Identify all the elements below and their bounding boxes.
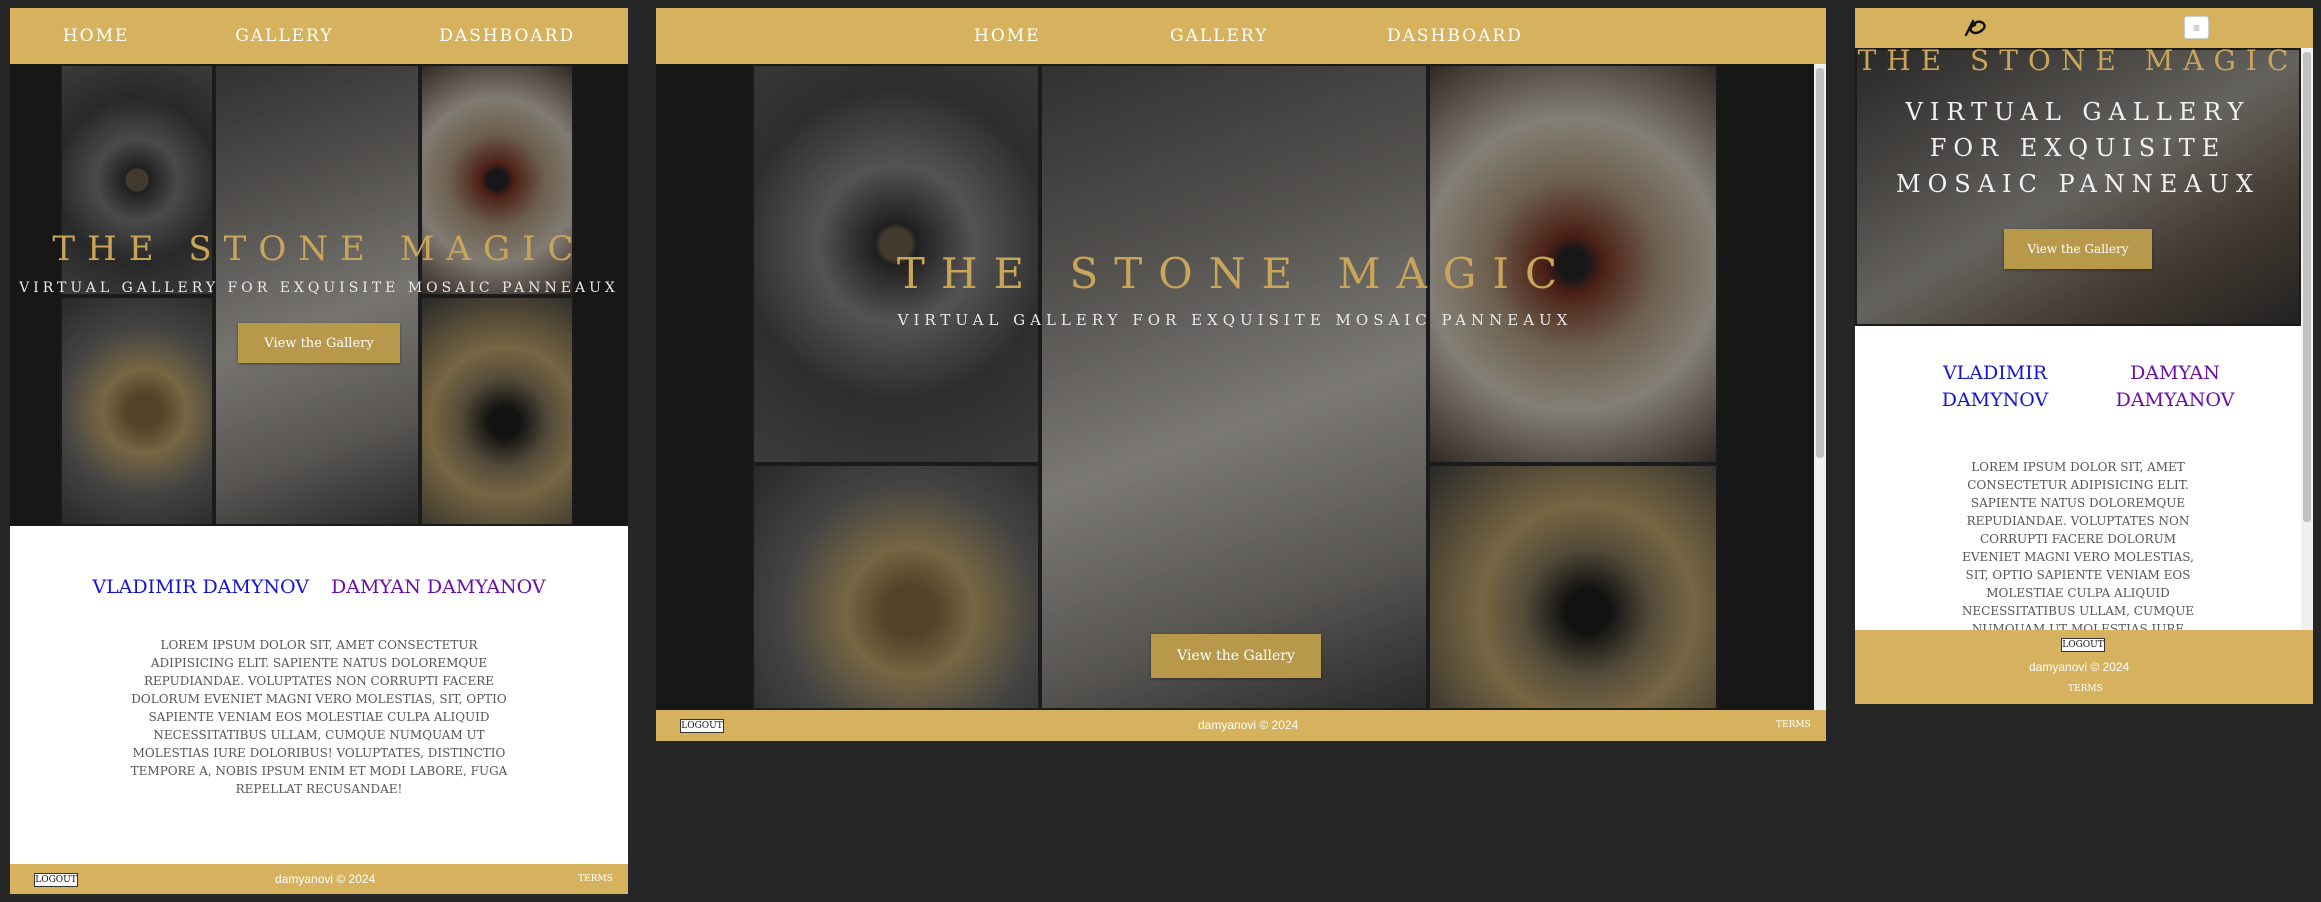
logout-button[interactable]: Logout	[680, 719, 724, 733]
artist-name-damyan[interactable]: Damyan Damyanov	[2105, 360, 2245, 414]
nav-dashboard-link[interactable]: Dashboard	[439, 26, 575, 46]
hamburger-menu-icon[interactable]: ≡	[2184, 16, 2209, 39]
intro-paragraph: Lorem ipsum dolor sit, amet consectetur …	[1961, 460, 2195, 636]
intro-paragraph: Lorem ipsum dolor sit, amet consectetur …	[130, 638, 508, 796]
intro-paragraph-clip: Lorem ipsum dolor sit, amet consectetur …	[1955, 458, 2201, 636]
main-nav: Home Gallery Dashboard	[10, 8, 628, 64]
scrollbar[interactable]	[1814, 64, 1826, 710]
hero-overlay	[656, 64, 1814, 710]
viewport-medium: Home Gallery Dashboard The Stone Magic V…	[10, 8, 628, 894]
artist-name-vladimir[interactable]: Vladimir Damynov	[1925, 360, 2065, 414]
footer: Logout damyanovi © 2024 Terms	[656, 710, 1826, 741]
hero-subtitle: Virtual gallery for exquisite mosaic pan…	[19, 280, 619, 296]
nav-home-link[interactable]: Home	[974, 26, 1041, 46]
nav-gallery-link[interactable]: Gallery	[1170, 26, 1268, 46]
copyright-text: damyanovi © 2024	[275, 872, 376, 886]
scroll-thumb[interactable]	[2303, 52, 2311, 522]
scrollbar[interactable]	[2301, 48, 2313, 636]
hero-subtitle: Virtual gallery for exquisite mosaic pan…	[1896, 98, 2260, 198]
nav-dashboard-link[interactable]: Dashboard	[1387, 26, 1523, 46]
mobile-nav: ≡	[1855, 8, 2313, 48]
view-gallery-button[interactable]: View the Gallery	[2004, 229, 2152, 269]
footer: Logout damyanovi © 2024 Terms	[10, 864, 628, 894]
hero-title: The Stone Magic	[1857, 48, 2299, 77]
view-gallery-button[interactable]: View the Gallery	[238, 323, 400, 363]
view-gallery-button[interactable]: View the Gallery	[1151, 634, 1321, 678]
copyright-text: damyanovi © 2024	[1198, 718, 1299, 732]
terms-link[interactable]: Terms	[578, 874, 613, 884]
artist-names: Vladimir Damynov Damyan Damyanov	[10, 576, 628, 598]
footer: Logout damyanovi © 2024 Terms	[1855, 630, 2313, 704]
viewport-wide: Home Gallery Dashboard The Stone Magic V…	[656, 8, 1826, 741]
hero-title: The Stone Magic	[52, 229, 586, 269]
nav-home-link[interactable]: Home	[63, 26, 130, 46]
nav-gallery-link[interactable]: Gallery	[235, 26, 333, 46]
scroll-thumb[interactable]	[1816, 68, 1824, 458]
logout-button[interactable]: Logout	[2061, 638, 2105, 652]
hero-title: The Stone Magic	[896, 249, 1574, 298]
hero-section: The Stone Magic Virtual gallery for exqu…	[1855, 48, 2301, 326]
terms-link[interactable]: Terms	[1776, 720, 1811, 730]
copyright-text: damyanovi © 2024	[2029, 660, 2130, 674]
viewport-mobile: ≡ The Stone Magic Virtual gallery for ex…	[1855, 8, 2313, 704]
logo-icon[interactable]	[1963, 17, 1989, 39]
terms-link[interactable]: Terms	[2068, 684, 2103, 694]
artist-name-damyan[interactable]: Damyan Damyanov	[331, 576, 546, 598]
hero-section: The Stone Magic Virtual gallery for exqu…	[10, 64, 628, 526]
artist-name-vladimir[interactable]: Vladimir Damynov	[92, 576, 309, 598]
main-nav: Home Gallery Dashboard	[656, 8, 1826, 64]
logout-button[interactable]: Logout	[34, 873, 78, 887]
hero-subtitle: Virtual gallery for exquisite mosaic pan…	[897, 311, 1573, 329]
hero-section: The Stone Magic Virtual gallery for exqu…	[656, 64, 1814, 710]
